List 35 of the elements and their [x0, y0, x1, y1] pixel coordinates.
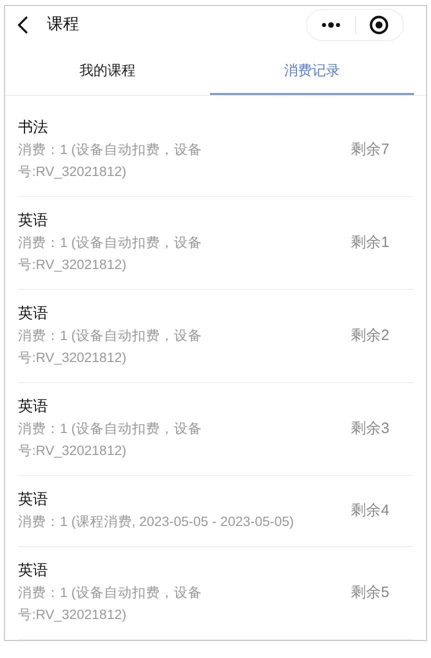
tab[interactable]: 我的课程	[5, 48, 210, 95]
record-row[interactable]: 英语 消费：1 (设备自动扣费，设备 号:RV_32021812) 剩余1	[18, 197, 413, 290]
course-name: 英语	[18, 397, 49, 417]
target-icon	[369, 15, 390, 36]
course-name: 英语	[18, 211, 49, 231]
record-row[interactable]: 英语 消费：1 (设备自动扣费，设备 号:RV_32021812) 剩余3	[18, 383, 413, 476]
remaining-count: 剩余4	[351, 500, 390, 521]
course-name: 书法	[18, 118, 49, 138]
consumption-detail: 消费：1 (课程消费, 2023-05-05 - 2023-05-05)	[18, 513, 294, 531]
tab[interactable]: 消费记录	[210, 48, 414, 95]
record-row[interactable]: 英语 消费：1 (设备自动扣费，设备 号:RV_32021812) 剩余2	[18, 290, 413, 383]
consumption-detail: 号:RV_32021812)	[18, 442, 126, 460]
remaining-count: 剩余1	[351, 232, 390, 253]
course-name: 英语	[18, 304, 49, 324]
consumption-detail: 号:RV_32021812)	[18, 163, 126, 181]
more-icon	[320, 22, 341, 28]
consumption-detail: 消费：1 (设备自动扣费，设备	[18, 584, 202, 602]
consumption-detail: 消费：1 (设备自动扣费，设备	[18, 234, 202, 252]
remaining-count: 剩余5	[351, 582, 390, 603]
consumption-detail: 消费：1 (设备自动扣费，设备	[18, 327, 202, 345]
back-icon[interactable]	[17, 16, 29, 34]
consumption-detail: 号:RV_32021812)	[18, 606, 126, 624]
course-name: 英语	[18, 490, 49, 510]
page-title: 课程	[47, 15, 79, 36]
record-row[interactable]: 英语 消费：1 (课程消费, 2023-05-05 - 2023-05-05) 剩余4	[18, 476, 413, 547]
remaining-count: 剩余7	[351, 140, 390, 160]
remaining-count: 剩余2	[351, 326, 390, 346]
record-row[interactable]: 英语 消费：1 (设备自动扣费，设备 号:RV_32021812) 剩余5	[18, 547, 413, 640]
remaining-count: 剩余3	[351, 418, 390, 439]
consumption-detail: 消费：1 (设备自动扣费，设备	[18, 420, 202, 438]
consumption-detail: 号:RV_32021812)	[18, 256, 126, 274]
record-row[interactable]: 书法 消费：1 (设备自动扣费，设备 号:RV_32021812) 剩余7	[18, 104, 413, 197]
consumption-detail: 号:RV_32021812)	[18, 349, 126, 367]
course-name: 英语	[18, 561, 49, 581]
consumption-detail: 消费：1 (设备自动扣费，设备	[18, 141, 202, 159]
